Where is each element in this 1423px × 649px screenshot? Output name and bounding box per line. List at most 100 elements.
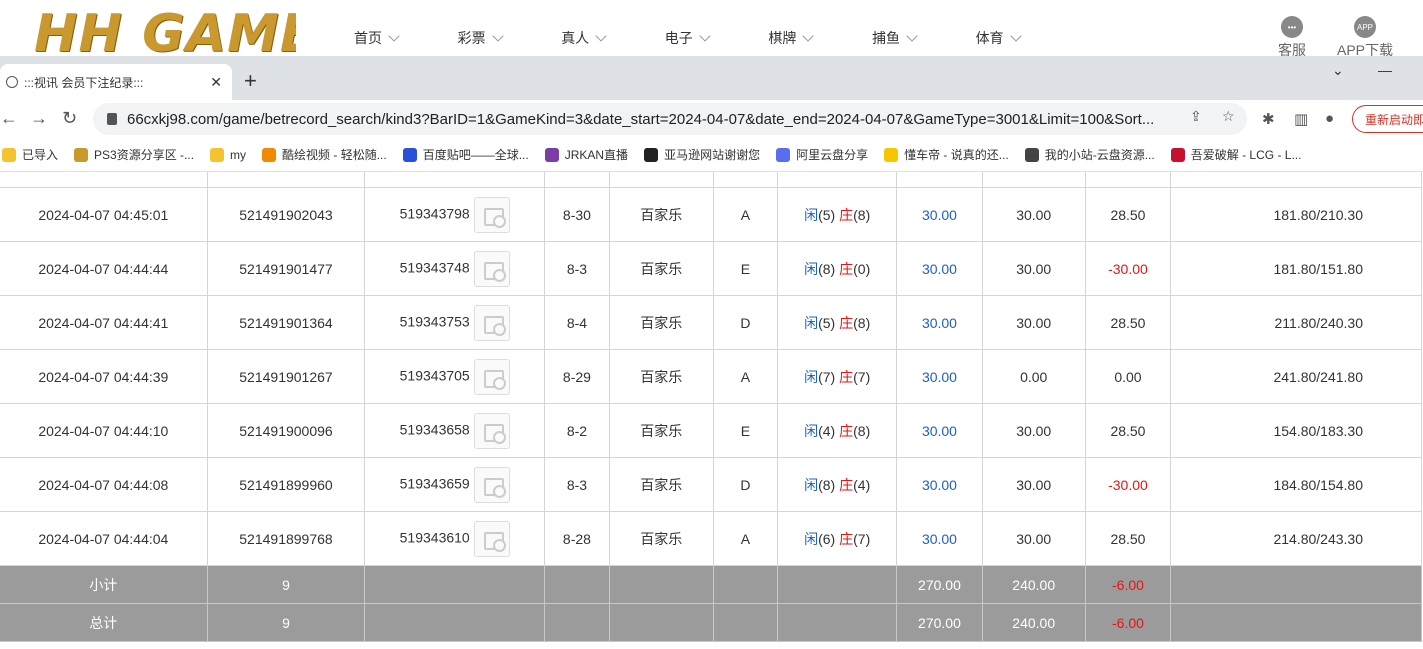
round-cell: 519343705	[364, 349, 546, 404]
nav-item[interactable]: 体育	[976, 28, 1080, 48]
chevron-down-icon	[906, 29, 918, 42]
profile-icon[interactable]: ●	[1325, 110, 1334, 127]
reload-icon[interactable]: ↻	[62, 108, 77, 129]
bet-time: 2024-04-07 04:44:41	[0, 295, 208, 350]
valid-amount: 0.00	[981, 349, 1086, 404]
bookmark-icon	[884, 147, 899, 162]
nav-item-label: 彩票	[457, 30, 486, 46]
share-icon[interactable]: ⇪	[1190, 108, 1202, 125]
bet-amount: 30.00	[896, 403, 983, 458]
bookmark-item[interactable]: 我的小站-云盘资源...	[1024, 146, 1155, 163]
bet-time: 2024-04-07 04:44:39	[0, 349, 208, 404]
table-code: E	[712, 403, 779, 458]
bet-record-table-area[interactable]: 2024-04-07 04:45:01 521491902043 5193437…	[0, 172, 1423, 649]
bookmark-item[interactable]: 已导入	[2, 146, 58, 163]
browser-tab[interactable]: :::视讯 会员下注纪录::: ✕	[0, 64, 232, 100]
result-cell: 闲(6) 庄(7)	[777, 511, 898, 566]
video-replay-icon[interactable]	[473, 250, 510, 287]
back-icon[interactable]: ←	[0, 108, 18, 129]
bookmark-icon	[74, 147, 89, 162]
bookmark-item[interactable]: my	[210, 147, 247, 162]
player-label: 闲	[804, 260, 819, 277]
bet-time: 2024-04-07 04:44:04	[0, 511, 208, 566]
table-row: 2024-04-07 04:45:01 521491902043 5193437…	[0, 187, 1422, 242]
bookmark-label: 百度贴吧——全球...	[422, 148, 529, 162]
result-cell: 闲(7) 庄(7)	[777, 349, 898, 404]
round-id: 519343753	[399, 313, 470, 330]
balance: 211.80/240.30	[1170, 295, 1422, 350]
valid-amount: 30.00	[981, 511, 1086, 566]
game-name: 百家乐	[608, 295, 714, 350]
lock-icon	[107, 113, 117, 125]
bookmark-label: 已导入	[22, 148, 59, 162]
bookmark-label: PS3资源分享区 -...	[94, 148, 195, 162]
banker-score: (8)	[853, 206, 871, 223]
bookmark-icon	[402, 147, 417, 162]
bookmark-star-icon[interactable]: ☆	[1222, 108, 1235, 125]
minimize-icon[interactable]: —	[1378, 62, 1392, 78]
nav-item[interactable]: 首页	[354, 28, 458, 48]
result-cell: 闲(5) 庄(8)	[777, 295, 898, 350]
extensions-icon[interactable]: ✱	[1262, 110, 1275, 128]
round-id: 519343748	[399, 259, 470, 276]
bookmark-item[interactable]: 百度贴吧——全球...	[402, 146, 529, 163]
video-replay-icon[interactable]	[473, 304, 510, 341]
bookmark-item[interactable]: 亚马逊网站谢谢您	[644, 146, 760, 163]
nav-item[interactable]: 棋牌	[768, 28, 872, 48]
video-replay-icon[interactable]	[473, 466, 510, 503]
banker-label: 庄	[839, 260, 854, 277]
video-replay-icon[interactable]	[473, 358, 510, 395]
service-link[interactable]: ••• 客服	[1278, 16, 1306, 60]
table-row: 2024-04-07 04:44:10 521491900096 5193436…	[0, 403, 1422, 458]
bookmark-label: my	[230, 147, 247, 162]
new-tab-button[interactable]: +	[244, 68, 257, 94]
video-replay-icon[interactable]	[473, 520, 510, 557]
site-logo[interactable]: HH GAME	[34, 0, 296, 58]
table-code: A	[712, 349, 779, 404]
chevron-down-icon	[802, 29, 815, 42]
bet-amount: 30.00	[896, 241, 983, 296]
nav-item[interactable]: 电子	[665, 28, 769, 48]
balance: 241.80/241.80	[1170, 349, 1422, 404]
logo-text: HH GAME	[34, 4, 296, 58]
bookmark-item[interactable]: 吾爱破解 - LCG - L...	[1170, 146, 1301, 163]
player-label: 闲	[804, 368, 819, 385]
video-replay-icon[interactable]	[473, 412, 510, 449]
bookmark-item[interactable]: 懂车帝 - 说真的还...	[884, 146, 1009, 163]
forward-icon[interactable]: →	[30, 108, 48, 129]
nav-item-label: 首页	[354, 30, 382, 46]
bookmark-item[interactable]: 酷绘视频 - 轻松随...	[262, 146, 387, 163]
nav-item[interactable]: 彩票	[458, 28, 562, 48]
round-id: 519343610	[399, 529, 470, 546]
app-download-link[interactable]: APP APP下载	[1337, 16, 1393, 60]
bookmark-item[interactable]: 阿里云盘分享	[776, 146, 868, 163]
bookmark-icon	[776, 147, 791, 162]
bookmark-item[interactable]: JRKAN直播	[544, 146, 628, 163]
round-cell: 519343748	[364, 241, 546, 296]
player-score: (7)	[818, 368, 836, 385]
win-amount: -30.00	[1084, 241, 1172, 296]
video-replay-icon[interactable]	[473, 196, 510, 233]
bet-time: 2024-04-07 04:44:44	[0, 241, 208, 296]
result-cell: 闲(4) 庄(8)	[777, 403, 898, 458]
win-amount: 28.50	[1084, 403, 1172, 458]
nav-item[interactable]: 捕鱼	[872, 28, 976, 48]
nav-item[interactable]: 真人	[561, 28, 665, 48]
close-icon[interactable]: ✕	[210, 74, 222, 91]
tab-search-icon[interactable]: ⌄	[1332, 62, 1344, 79]
chevron-down-icon	[699, 29, 711, 42]
player-score: (8)	[818, 260, 836, 277]
restart-button[interactable]: 重新启动即可	[1352, 105, 1423, 133]
omnibox[interactable]: 66cxkj98.com/game/betrecord_search/kind3…	[93, 103, 1247, 135]
table-no: 8-2	[544, 403, 610, 458]
game-name: 百家乐	[608, 457, 714, 512]
total-bet: 270.00	[896, 603, 983, 642]
side-panel-icon[interactable]: ▥	[1294, 110, 1308, 128]
subtotal-bet: 270.00	[896, 565, 983, 604]
table-no: 8-3	[544, 457, 610, 512]
total-win: -6.00	[1084, 603, 1172, 642]
table-code: A	[712, 187, 779, 242]
bookmark-item[interactable]: PS3资源分享区 -...	[74, 146, 194, 163]
bookmark-label: 我的小站-云盘资源...	[1044, 148, 1155, 162]
bookmark-label: 懂车帝 - 说真的还...	[904, 148, 1009, 162]
